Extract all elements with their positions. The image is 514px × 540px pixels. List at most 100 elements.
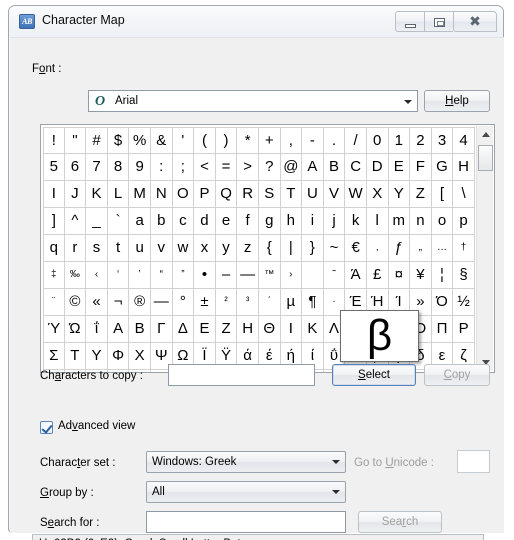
character-cell[interactable]: † xyxy=(453,235,475,262)
character-grid[interactable]: ! " # $% & '() * +, -./0 1 2 3 4 5 6 7 8 9:; < = >? @ A B C D E F G H… xyxy=(40,124,495,373)
character-cell[interactable]: | xyxy=(280,235,303,262)
character-cell[interactable]: ‰ xyxy=(64,262,87,289)
character-cell[interactable]: ` xyxy=(107,208,130,235)
character-cell[interactable]: ( xyxy=(194,127,216,154)
character-cell[interactable]: a xyxy=(129,208,151,235)
character-cell[interactable]: ¦ xyxy=(431,262,454,289)
character-cell[interactable]: 1 xyxy=(388,127,411,154)
character-cell[interactable]: ± xyxy=(194,289,216,316)
character-cell[interactable]: Ρ xyxy=(453,316,475,343)
character-cell[interactable]: Γ xyxy=(150,316,173,343)
chevron-down-icon[interactable] xyxy=(327,452,345,472)
help-button[interactable]: Help xyxy=(424,90,490,112)
group-by-dropdown[interactable]: All xyxy=(146,481,346,503)
character-cell[interactable]: £ xyxy=(366,262,389,289)
character-cell[interactable]: ? xyxy=(258,154,281,181)
character-cell[interactable]: 7 xyxy=(86,154,108,181)
maximize-button[interactable] xyxy=(424,11,453,32)
character-cell[interactable]: s xyxy=(86,235,108,262)
character-cell[interactable]: u xyxy=(129,235,151,262)
character-cell[interactable]: _ xyxy=(86,208,108,235)
copy-button[interactable]: Copy xyxy=(424,364,490,386)
minimize-button[interactable] xyxy=(395,11,424,32)
character-cell[interactable]: © xyxy=(64,289,87,316)
character-cell[interactable]: ‡ xyxy=(43,262,65,289)
character-cell[interactable]: … xyxy=(431,235,454,262)
character-cell[interactable]: ! xyxy=(43,127,65,154)
character-cell[interactable]: 5 xyxy=(43,154,65,181)
character-cell[interactable]: Ε xyxy=(194,316,216,343)
chevron-down-icon[interactable] xyxy=(327,482,345,502)
character-cell[interactable]: } xyxy=(302,235,324,262)
character-cell[interactable]: Χ xyxy=(129,343,151,370)
character-cell[interactable]: 8 xyxy=(107,154,130,181)
character-cell[interactable]: h xyxy=(280,208,303,235)
grid-scrollbar[interactable] xyxy=(476,126,493,371)
character-cell[interactable]: % xyxy=(129,127,151,154)
character-cell[interactable]: M xyxy=(129,181,151,208)
character-cell[interactable]: b xyxy=(150,208,173,235)
character-cell[interactable]: p xyxy=(453,208,475,235)
character-cell[interactable]: 4 xyxy=(453,127,475,154)
character-cell[interactable]: C xyxy=(345,154,367,181)
character-cell[interactable]: P xyxy=(194,181,216,208)
search-input[interactable] xyxy=(146,511,346,533)
character-cell[interactable]: i xyxy=(302,208,324,235)
character-cell[interactable]: T xyxy=(280,181,303,208)
character-cell[interactable]: ² xyxy=(215,289,238,316)
character-cell[interactable]: ¬ xyxy=(107,289,130,316)
character-cell[interactable]: ” xyxy=(172,262,195,289)
character-cell[interactable]: ‹ xyxy=(86,262,108,289)
character-cell[interactable]: $ xyxy=(107,127,130,154)
character-cell[interactable]: ΐ xyxy=(86,316,108,343)
character-cell[interactable]: ³ xyxy=(237,289,259,316)
character-cell[interactable]: O xyxy=(172,181,195,208)
character-cell[interactable]: g xyxy=(258,208,281,235)
character-cell[interactable]: ] xyxy=(43,208,65,235)
character-cell[interactable]: „ xyxy=(410,235,432,262)
character-cell[interactable]: ^ xyxy=(64,208,87,235)
character-cell[interactable]: — xyxy=(237,262,259,289)
character-cell[interactable]: Z xyxy=(410,181,432,208)
character-cell[interactable]: › xyxy=(280,262,303,289)
character-cell[interactable]: & xyxy=(150,127,173,154)
character-cell[interactable]: = xyxy=(215,154,238,181)
character-cell[interactable]: ™ xyxy=(258,262,281,289)
character-cell[interactable]: Α xyxy=(107,316,130,343)
character-cell[interactable]: Π xyxy=(431,316,454,343)
character-cell[interactable]: S xyxy=(258,181,281,208)
character-cell[interactable]: \ xyxy=(453,181,475,208)
character-cell[interactable]: d xyxy=(194,208,216,235)
character-cell[interactable]: . xyxy=(323,127,346,154)
character-cell[interactable]: Y xyxy=(388,181,411,208)
character-cell[interactable]: < xyxy=(194,154,216,181)
character-cell[interactable]: J xyxy=(64,181,87,208)
character-cell[interactable]: t xyxy=(107,235,130,262)
character-cell[interactable]: / xyxy=(345,127,367,154)
character-cell[interactable]: e xyxy=(215,208,238,235)
character-cell[interactable]: k xyxy=(345,208,367,235)
character-cell[interactable]: ® xyxy=(129,289,151,316)
close-button[interactable]: ✖ xyxy=(453,11,497,32)
character-cell[interactable]: ½ xyxy=(453,289,475,316)
character-cell[interactable]: ― xyxy=(150,289,173,316)
advanced-view-checkbox[interactable] xyxy=(40,421,53,434)
character-cell[interactable]: ‚ xyxy=(366,235,389,262)
character-cell[interactable]: ° xyxy=(172,289,195,316)
character-cell[interactable]: # xyxy=(86,127,108,154)
character-cell[interactable]: Q xyxy=(215,181,238,208)
character-cell[interactable]: o xyxy=(431,208,454,235)
character-cell[interactable]: Ώ xyxy=(64,316,87,343)
character-cell[interactable]: Ό xyxy=(431,289,454,316)
character-cell[interactable]: Υ xyxy=(86,343,108,370)
character-cell[interactable]: n xyxy=(410,208,432,235)
character-cell[interactable]: m xyxy=(388,208,411,235)
character-cell[interactable]: – xyxy=(215,262,238,289)
character-cell[interactable]: [ xyxy=(431,181,454,208)
character-cell[interactable]: v xyxy=(150,235,173,262)
characters-to-copy-input[interactable] xyxy=(168,364,315,386)
character-cell[interactable]: F xyxy=(410,154,432,181)
character-cell[interactable]: 9 xyxy=(129,154,151,181)
character-cell[interactable]: @ xyxy=(280,154,303,181)
character-cell[interactable]: z xyxy=(237,235,259,262)
